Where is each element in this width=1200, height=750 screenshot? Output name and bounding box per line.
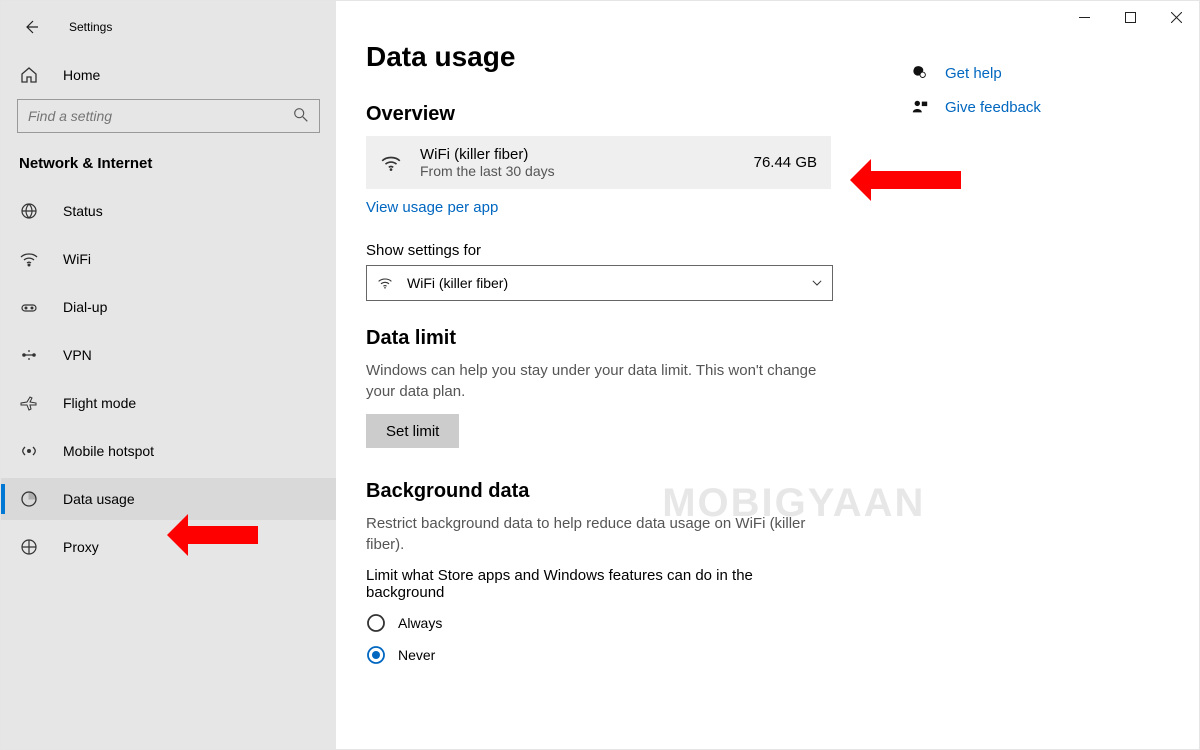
sidebar-home-label: Home [63, 67, 100, 83]
radio-label: Never [398, 647, 435, 663]
background-data-heading: Background data [366, 480, 831, 503]
airplane-icon [19, 393, 39, 413]
hotspot-icon [19, 441, 39, 461]
overview-period: From the last 30 days [420, 163, 754, 179]
nav-label: Dial-up [63, 299, 107, 315]
radio-unchecked-icon [366, 613, 386, 633]
close-button[interactable] [1153, 1, 1199, 33]
search-icon [292, 106, 310, 124]
nav-label: Proxy [63, 539, 99, 555]
nav-label: Data usage [63, 491, 135, 507]
help-label: Get help [945, 65, 1002, 82]
close-icon [1171, 12, 1182, 23]
data-usage-icon [19, 489, 39, 509]
overview-amount: 76.44 GB [754, 154, 817, 171]
maximize-icon [1125, 12, 1136, 23]
dialup-icon [19, 297, 39, 317]
sidebar-item-wifi[interactable]: WiFi [1, 238, 336, 280]
sidebar-home[interactable]: Home [1, 55, 336, 95]
annotation-arrow [188, 526, 258, 544]
background-question: Limit what Store apps and Windows featur… [366, 567, 831, 601]
chevron-down-icon [812, 280, 822, 287]
help-label: Give feedback [945, 99, 1041, 116]
vpn-icon [19, 345, 39, 365]
search-input[interactable] [17, 99, 320, 133]
nav-label: VPN [63, 347, 92, 363]
help-icon [911, 64, 929, 82]
radio-never[interactable]: Never [366, 639, 831, 671]
view-usage-per-app-link[interactable]: View usage per app [366, 199, 498, 216]
annotation-arrow [871, 171, 961, 189]
radio-checked-icon [366, 645, 386, 665]
get-help-link[interactable]: Get help [911, 56, 1041, 90]
nav-label: Flight mode [63, 395, 136, 411]
sidebar-item-status[interactable]: Status [1, 190, 336, 232]
data-limit-heading: Data limit [366, 327, 831, 350]
overview-heading: Overview [366, 103, 831, 126]
network-select-dropdown[interactable]: WiFi (killer fiber) [366, 265, 833, 301]
overview-network-name: WiFi (killer fiber) [420, 146, 754, 163]
page-title: Data usage [366, 41, 1199, 73]
radio-label: Always [398, 615, 442, 631]
wifi-icon [19, 249, 39, 269]
sidebar-item-hotspot[interactable]: Mobile hotspot [1, 430, 336, 472]
minimize-button[interactable] [1061, 1, 1107, 33]
sidebar-section-label: Network & Internet [1, 149, 336, 190]
nav-label: Mobile hotspot [63, 443, 154, 459]
sidebar-item-vpn[interactable]: VPN [1, 334, 336, 376]
wifi-icon [380, 152, 402, 174]
sidebar-item-dialup[interactable]: Dial-up [1, 286, 336, 328]
maximize-button[interactable] [1107, 1, 1153, 33]
nav-label: WiFi [63, 251, 91, 267]
set-limit-button[interactable]: Set limit [366, 414, 459, 448]
minimize-icon [1079, 12, 1090, 23]
show-settings-label: Show settings for [366, 242, 831, 259]
sidebar-item-flightmode[interactable]: Flight mode [1, 382, 336, 424]
home-icon [19, 65, 39, 85]
background-data-desc: Restrict background data to help reduce … [366, 513, 831, 555]
globe-icon [19, 201, 39, 221]
proxy-icon [19, 537, 39, 557]
back-button[interactable] [19, 19, 43, 35]
radio-always[interactable]: Always [366, 607, 831, 639]
main-content: Data usage Overview WiFi (killer fiber) … [336, 1, 1199, 749]
give-feedback-link[interactable]: Give feedback [911, 90, 1041, 124]
data-limit-desc: Windows can help you stay under your dat… [366, 360, 831, 402]
feedback-icon [911, 98, 929, 116]
overview-card[interactable]: WiFi (killer fiber) From the last 30 day… [366, 136, 831, 189]
sidebar: Settings Home Network & Internet Status … [1, 1, 336, 749]
wifi-icon [377, 275, 393, 291]
window-title: Settings [69, 20, 112, 34]
dropdown-value: WiFi (killer fiber) [407, 275, 508, 291]
back-arrow-icon [23, 19, 39, 35]
nav-label: Status [63, 203, 103, 219]
